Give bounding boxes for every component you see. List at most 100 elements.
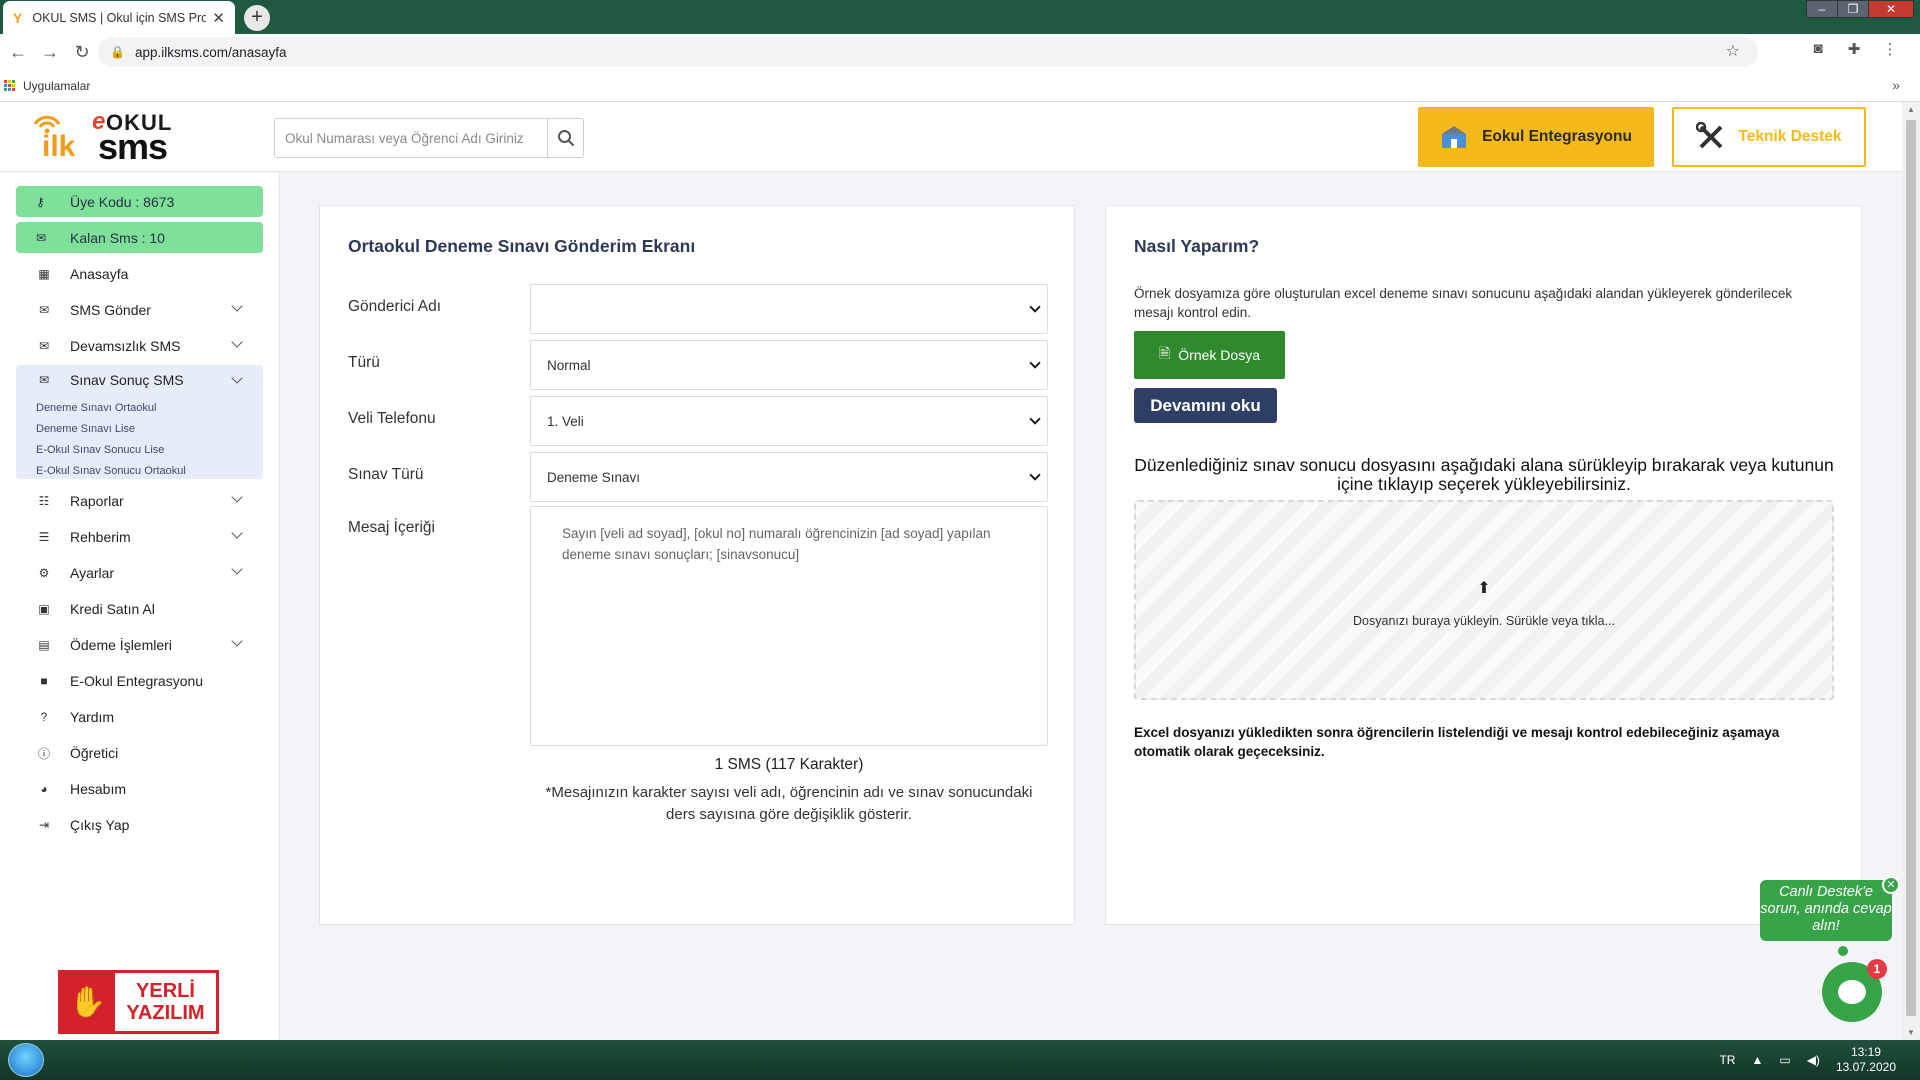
exam-type-row: Sınav Türü Deneme Sınavı xyxy=(348,452,1048,502)
list-icon: ☷ xyxy=(38,494,50,508)
sidebar-item-ogretici[interactable]: ⓘ Öğretici xyxy=(16,736,263,770)
upload-icon: ⬆ xyxy=(1477,580,1491,597)
sidebar-item-sms-gonder[interactable]: ✉ SMS Gönder xyxy=(16,293,263,327)
sidebar-item-ayarlar[interactable]: ⚙ Ayarlar xyxy=(16,556,263,590)
camera-icon[interactable]: ◙ xyxy=(1808,40,1828,58)
message-textarea[interactable]: Sayın [veli ad soyad], [okul no] numaral… xyxy=(530,506,1048,746)
scroll-up-icon[interactable]: ▲ xyxy=(1907,105,1915,114)
help-description: Örnek dosyamıza göre oluşturulan excel d… xyxy=(1134,286,1793,320)
window-close-icon[interactable]: ✕ xyxy=(1868,0,1914,18)
ilksms-logo[interactable]: e OKUL ilk sms xyxy=(32,108,192,168)
message-label: Mesaj İçeriği xyxy=(348,519,435,536)
menu-kebab-icon[interactable]: ⋮ xyxy=(1880,40,1900,58)
exam-send-form-card: Ortaokul Deneme Sınavı Gönderim Ekranı G… xyxy=(319,205,1075,925)
sidebar-item-rehberim[interactable]: ☰ Rehberim xyxy=(16,520,263,554)
forward-icon[interactable]: → xyxy=(36,42,64,63)
submenu-item-deneme-lise[interactable]: Deneme Sınavı Lise xyxy=(36,420,263,441)
search-input[interactable] xyxy=(275,119,547,157)
sidebar-item-label: Ayarlar xyxy=(70,565,115,581)
phone-select[interactable]: 1. Veli xyxy=(530,396,1048,446)
type-row: Türü Normal xyxy=(348,340,1048,390)
scroll-down-icon[interactable]: ▼ xyxy=(1907,1028,1915,1037)
bookmarks-bar: Uygulamalar » xyxy=(0,70,1920,102)
yazilim-text: YAZILIM xyxy=(126,1002,205,1024)
address-bar[interactable]: 🔒 app.ilksms.com/anasayfa ☆ xyxy=(98,37,1758,67)
window-controls: – ❐ ✕ xyxy=(1806,0,1914,18)
search-icon xyxy=(557,130,574,147)
read-more-button[interactable]: Devamını oku xyxy=(1134,388,1277,423)
type-select[interactable]: Normal xyxy=(530,340,1048,390)
sidebar-item-raporlar[interactable]: ☷ Raporlar xyxy=(16,484,263,518)
extensions-icon[interactable]: ✚ xyxy=(1844,40,1864,58)
search-button[interactable] xyxy=(547,119,583,157)
restore-icon[interactable]: ❐ xyxy=(1837,0,1869,18)
page-header: e OKUL ilk sms Eokul Entegrasyonu Teknik… xyxy=(0,102,1902,172)
page-scrollbar[interactable]: ▲ ▼ xyxy=(1902,102,1920,1040)
sidebar-item-cikis[interactable]: ⇥ Çıkış Yap xyxy=(16,808,263,842)
sidebar-item-anasayfa[interactable]: ▦ Anasayfa xyxy=(16,257,263,291)
live-support-bubble[interactable]: Canlı Destek'e sorun, anında cevap alın! xyxy=(1760,880,1892,941)
chat-close-icon[interactable]: ✕ xyxy=(1882,876,1900,894)
sender-select[interactable] xyxy=(530,284,1048,334)
chevron-down-icon xyxy=(231,300,243,312)
browser-titlebar: Y OKUL SMS | Okul için SMS Programı ✕ + … xyxy=(0,0,1920,34)
network-icon[interactable]: ▭ xyxy=(1779,1053,1790,1067)
key-icon: ⚷ xyxy=(36,194,45,209)
phone-row: Veli Telefonu 1. Veli xyxy=(348,396,1048,446)
submenu-item-eokul-lise[interactable]: E-Okul Sınav Sonucu Lise xyxy=(36,441,263,462)
sidebar-item-label: Devamsızlık SMS xyxy=(70,338,181,354)
bookmarks-overflow-icon[interactable]: » xyxy=(1892,77,1900,93)
sidebar-item-label: E-Okul Entegrasyonu xyxy=(70,673,204,689)
scrollbar-thumb[interactable] xyxy=(1906,120,1916,1016)
sidebar-item-label: Anasayfa xyxy=(70,266,129,282)
sidebar-item-label: Yardım xyxy=(70,709,115,725)
bookmark-star-icon[interactable]: ☆ xyxy=(1726,41,1740,61)
sidebar-item-sinav-sonuc[interactable]: ✉ Sınav Sonuç SMS xyxy=(16,365,263,395)
sidebar-item-kredi[interactable]: ▣ Kredi Satın Al xyxy=(16,592,263,626)
message-text: Sayın [veli ad soyad], [okul no] numaral… xyxy=(562,526,991,562)
sidebar-item-label: SMS Gönder xyxy=(70,302,151,318)
info-icon: ⓘ xyxy=(37,746,50,761)
sidebar: ⚷ Üye Kodu : 8673 ✉ Kalan Sms : 10 ▦ Ana… xyxy=(0,173,280,1040)
volume-icon[interactable]: ◀) xyxy=(1807,1053,1820,1067)
toolbar-icons: ◙ ✚ ⋮ xyxy=(1808,40,1900,58)
start-button[interactable] xyxy=(8,1043,44,1077)
chat-notification-badge: 1 xyxy=(1867,959,1887,979)
eokul-integration-button[interactable]: Eokul Entegrasyonu xyxy=(1418,107,1654,167)
tab-close-icon[interactable]: ✕ xyxy=(212,9,225,27)
minimize-icon[interactable]: – xyxy=(1806,0,1838,18)
technical-support-button[interactable]: Teknik Destek xyxy=(1672,107,1866,167)
sidebar-item-yardim[interactable]: ? Yardım xyxy=(16,700,263,734)
apps-grid-icon[interactable] xyxy=(4,80,15,91)
chevron-down-icon xyxy=(231,527,243,539)
chevron-down-icon xyxy=(1029,301,1041,313)
clock[interactable]: 13:19 13.07.2020 xyxy=(1836,1045,1896,1075)
back-icon[interactable]: ← xyxy=(4,42,32,63)
clock-time: 13:19 xyxy=(1850,1045,1881,1059)
type-value: Normal xyxy=(547,357,591,373)
submenu-item-deneme-ortaokul[interactable]: Deneme Sınavı Ortaokul xyxy=(36,399,263,420)
lock-icon: 🔒 xyxy=(110,45,125,59)
apps-bookmark[interactable]: Uygulamalar xyxy=(23,79,90,93)
sidebar-item-hesabim[interactable]: ◕ Hesabım xyxy=(16,772,263,806)
sample-file-button[interactable]: 🗎 Örnek Dosya xyxy=(1134,331,1285,379)
school-icon xyxy=(1442,126,1467,148)
favicon-icon: Y xyxy=(13,9,23,26)
chat-bubble-icon xyxy=(1838,980,1866,1004)
sidebar-item-label: Sınav Sonuç SMS xyxy=(70,372,184,388)
yerli-yazilim-badge: ✋ YERLİ YAZILIM xyxy=(58,970,219,1034)
browser-tab[interactable]: Y OKUL SMS | Okul için SMS Programı ✕ xyxy=(3,1,235,34)
sidebar-item-label: Raporlar xyxy=(70,493,124,509)
new-tab-button[interactable]: + xyxy=(244,5,270,31)
language-indicator[interactable]: TR xyxy=(1719,1053,1735,1067)
sidebar-item-eokul[interactable]: ■ E-Okul Entegrasyonu xyxy=(16,664,263,698)
reload-icon[interactable]: ↻ xyxy=(68,42,96,63)
submenu-item-eokul-ortaokul[interactable]: E-Okul Sınav Sonucu Ortaokul xyxy=(36,462,263,483)
file-dropzone[interactable]: ⬆ Dosyanızı buraya yükleyin. Sürükle vey… xyxy=(1134,500,1834,700)
mail-icon: ✉ xyxy=(38,373,50,387)
sidebar-item-devamsizlik[interactable]: ✉ Devamsızlık SMS xyxy=(16,329,263,363)
exam-type-select[interactable]: Deneme Sınavı xyxy=(530,452,1048,502)
tray-arrow-icon[interactable]: ▲ xyxy=(1751,1053,1763,1067)
sidebar-item-odeme[interactable]: ▤ Ödeme İşlemleri xyxy=(16,628,263,662)
sidebar-item-label: Ödeme İşlemleri xyxy=(70,637,172,653)
